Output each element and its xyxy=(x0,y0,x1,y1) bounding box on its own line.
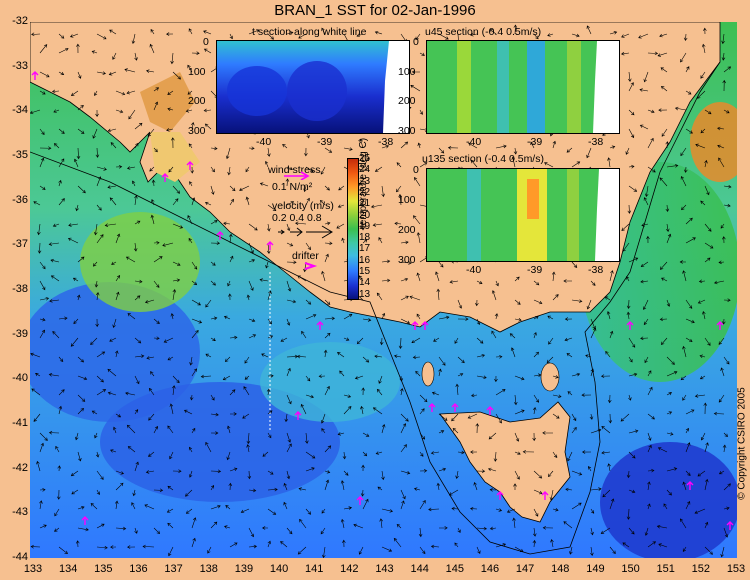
latitude-label: -36 xyxy=(12,193,28,206)
inset-u45-y1: 100 xyxy=(398,66,416,78)
longitude-label: 145 xyxy=(445,563,464,575)
inset-u45-section xyxy=(426,40,620,134)
inset-u135-y2: 200 xyxy=(398,224,416,236)
latitude-label: -41 xyxy=(12,417,28,429)
longitude-label: 140 xyxy=(269,563,289,575)
king-island xyxy=(421,361,435,387)
longitude-label: 149 xyxy=(586,563,605,575)
inset-t-x1: -39 xyxy=(317,136,333,148)
inset-u45-title: u45 section (-0.4 0.5m/s) xyxy=(425,26,542,38)
colorbar-tick: 16 xyxy=(359,254,371,266)
inset-u135-x0: -40 xyxy=(466,264,482,276)
longitude-label: 137 xyxy=(164,563,183,575)
latitude-label: -40 xyxy=(12,372,28,385)
colorbar-tick: 18 xyxy=(359,232,371,244)
inset-u45-y3: 300 xyxy=(398,125,416,137)
inset-t-section xyxy=(216,40,410,134)
drifter-icon xyxy=(304,262,318,270)
figure-title: BRAN_1 SST for 02-Jan-1996 xyxy=(274,2,476,19)
longitude-label: 134 xyxy=(58,563,78,575)
inset-u45-x1: -39 xyxy=(527,136,543,148)
longitude-label: 139 xyxy=(234,563,254,575)
inset-u45-x2: -38 xyxy=(588,136,604,148)
inset-t-x2: -38 xyxy=(378,136,394,148)
longitude-label: 152 xyxy=(691,563,711,575)
latitude-label: -32 xyxy=(12,15,28,27)
longitude-label: 136 xyxy=(129,563,148,575)
copyright-text: © Copyright CSIRO 2005 xyxy=(736,387,748,500)
latitude-label: -34 xyxy=(12,104,28,117)
inset-u135-y3: 300 xyxy=(398,254,416,266)
inset-u45-y2: 200 xyxy=(398,95,416,107)
inset-u135-title: u135 section (-0.4 0.5m/s) xyxy=(422,153,544,165)
inset-t-y3: 300 xyxy=(188,125,206,137)
colorbar-label: temperature (deg C) xyxy=(358,137,369,228)
inset-u45-y0: 0 xyxy=(413,36,419,48)
inset-u135-y0: 0 xyxy=(413,164,419,176)
inset-u135-x2: -38 xyxy=(588,264,604,276)
inset-t-y2: 200 xyxy=(188,95,206,107)
inset-u135-section xyxy=(426,168,620,262)
latitude-label: -35 xyxy=(12,149,28,161)
inset-t-y0: 0 xyxy=(203,36,209,48)
latitude-label: -38 xyxy=(12,283,28,295)
velocity-scale-arrows-icon xyxy=(278,225,333,239)
latitude-label: -33 xyxy=(12,59,28,72)
legend-velocity-scale: 0.2 0.4 0.8 xyxy=(272,212,322,224)
inset-u135-x1: -39 xyxy=(527,264,543,276)
colorbar-tick: 13 xyxy=(359,288,371,300)
inset-t-y1: 100 xyxy=(188,66,206,78)
figure-frame: BRAN_1 SST for 02-Jan-1996 -32 -33 -34 -… xyxy=(0,0,750,580)
inset-t-x0: -40 xyxy=(256,136,272,148)
inset-u45-x0: -40 xyxy=(466,136,482,148)
longitude-label: 141 xyxy=(305,563,324,575)
colorbar-tick: 17 xyxy=(359,243,371,255)
longitude-label: 142 xyxy=(340,563,359,575)
latitude-label: -44 xyxy=(12,551,28,563)
latitude-label: -43 xyxy=(12,506,28,519)
longitude-label: 150 xyxy=(621,563,640,575)
copyright-note: © Copyright CSIRO 2005 xyxy=(735,300,750,580)
colorbar-tick: 14 xyxy=(359,277,371,289)
longitude-label: 144 xyxy=(410,563,429,575)
longitude-label: 135 xyxy=(94,563,113,575)
longitude-label: 148 xyxy=(551,563,570,575)
longitude-label: 143 xyxy=(375,563,394,575)
latitude-label: -37 xyxy=(12,238,28,251)
inset-t-title: t section along white line xyxy=(252,26,367,38)
legend-velocity: velocity (m/s) xyxy=(272,200,334,212)
longitude-label: 147 xyxy=(515,563,535,575)
latitude-label: -42 xyxy=(12,461,28,474)
legend-wind-scale: 0.1 N/m² xyxy=(272,181,313,193)
longitude-label: 133 xyxy=(23,563,43,575)
latitude-label: -39 xyxy=(12,327,28,340)
longitude-label: 146 xyxy=(480,563,500,575)
inset-u135-y1: 100 xyxy=(398,194,416,206)
longitude-label: 151 xyxy=(656,563,675,575)
colorbar-tick: 15 xyxy=(359,266,371,277)
wind-arrow-icon xyxy=(284,171,310,180)
longitude-label: 138 xyxy=(199,563,218,575)
